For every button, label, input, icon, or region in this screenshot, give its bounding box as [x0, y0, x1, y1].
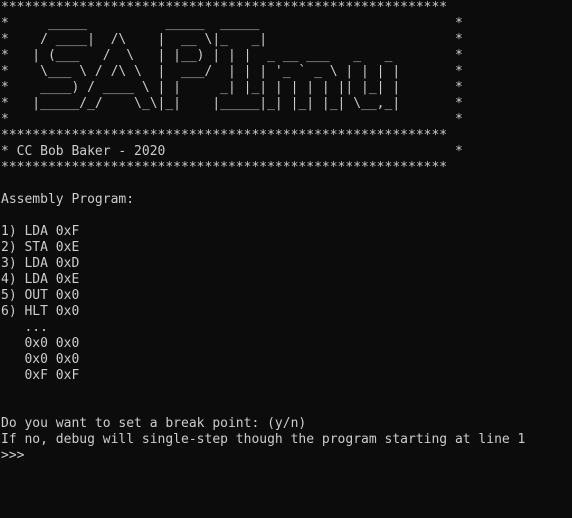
banner-line: ****************************************… [1, 160, 448, 175]
program-line: 6) HLT 0x0 [1, 304, 80, 319]
banner-line: * ____) / ____ \ | | _| |_| | | | | || |… [1, 80, 463, 95]
memory-line: ... [1, 320, 48, 335]
program-line: 2) STA 0xE [1, 240, 80, 255]
banner-line: ****************************************… [1, 0, 448, 15]
banner-line: * \___ \ / /\ \ | ___/ | | | '_ ` _ \ | … [1, 64, 463, 79]
memory-line: 0x0 0x0 [1, 352, 80, 367]
terminal-window: ****************************************… [1, 0, 572, 518]
banner-line: * |_____/_/ \_\|_| |_____|_| |_| |_| \__… [1, 96, 463, 111]
prompt-symbol: >>> [1, 448, 25, 463]
memory-listing: ... 0x0 0x0 0x0 0x0 0xF 0xF [1, 320, 572, 384]
program-line: 5) OUT 0x0 [1, 288, 80, 303]
banner-line: * * [1, 112, 463, 127]
banner-line: * | (___ / \ | |__) | | | _ __ ___ _ _ * [1, 48, 463, 63]
memory-line: 0xF 0xF [1, 368, 80, 383]
banner-line: ****************************************… [1, 128, 448, 143]
program-line: 3) LDA 0xD [1, 256, 80, 271]
program-listing: 1) LDA 0xF 2) STA 0xE 3) LDA 0xD 4) LDA … [1, 224, 572, 320]
program-line: 4) LDA 0xE [1, 272, 80, 287]
debug-hint: If no, debug will single-step though the… [1, 432, 526, 447]
section-title: Assembly Program: [1, 192, 135, 207]
banner-line: * _____ _____ _____ * [1, 16, 463, 31]
banner-line: * CC Bob Baker - 2020 * [1, 144, 463, 159]
banner-line: * / ____| /\ | __ \|_ _| * [1, 32, 463, 47]
breakpoint-question: Do you want to set a break point: (y/n) [1, 416, 307, 431]
program-line: 1) LDA 0xF [1, 224, 80, 239]
command-input-line[interactable]: >>> [1, 448, 572, 464]
memory-line: 0x0 0x0 [1, 336, 80, 351]
ascii-banner: ****************************************… [1, 0, 572, 176]
